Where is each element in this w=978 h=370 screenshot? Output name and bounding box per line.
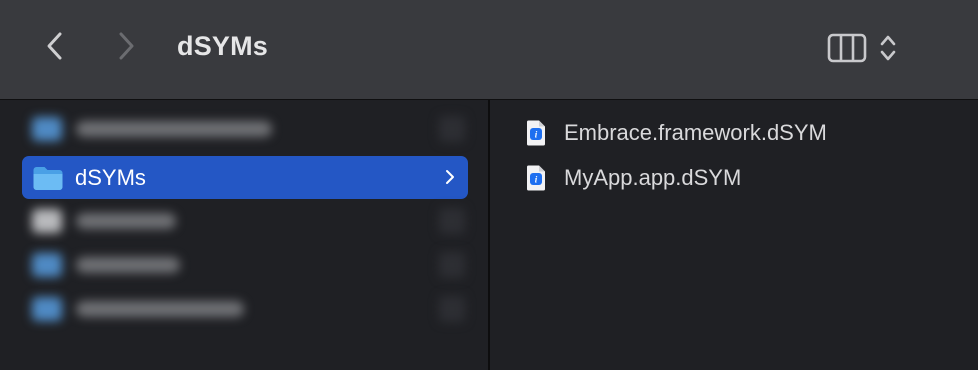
back-button[interactable] [38,29,72,63]
file-label: MyApp.app.dSYM [564,165,742,190]
document-icon: i [524,164,550,192]
list-item[interactable]: i MyApp.app.dSYM [524,161,741,195]
blurred-row [22,292,467,326]
selected-folder-row[interactable]: dSYMs [22,156,468,199]
folder-label: dSYMs [75,164,146,190]
columns-view-icon [827,32,867,64]
blurred-row [22,204,467,238]
file-label: Embrace.framework.dSYM [564,120,827,145]
sidebar-column: dSYMs [0,100,488,370]
chevron-right-icon [119,32,134,60]
contents-column: i Embrace.framework.dSYM i MyApp.app.dSY… [490,100,978,370]
blurred-row [22,112,467,146]
window-title: dSYMs [177,31,269,61]
document-icon: i [524,119,550,147]
folder-icon [32,164,66,192]
chevron-up-down-icon [875,32,901,64]
toolbar: dSYMs [0,0,978,100]
forward-button[interactable] [109,29,143,63]
finder-window: dSYMs dSYMs i Embrace.framework.dSYM i M… [0,0,978,370]
chevron-right-icon [446,170,454,184]
view-options-button[interactable] [827,29,913,67]
list-item[interactable]: i Embrace.framework.dSYM [524,116,827,150]
blurred-row [22,248,467,282]
chevron-left-icon [47,32,62,60]
